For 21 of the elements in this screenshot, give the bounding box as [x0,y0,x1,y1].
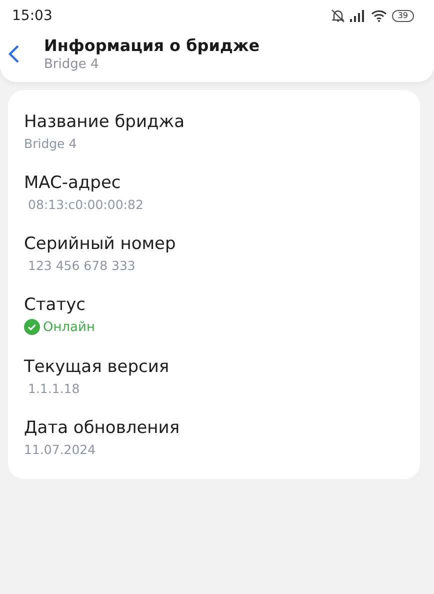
battery-level: 39 [392,10,414,22]
page-subtitle: Bridge 4 [44,57,100,72]
field-value: 11.07.2024 [24,442,97,457]
status-value: Онлайн [43,320,95,334]
field-value: 123 456 678 333 [27,258,136,273]
field-label: Текущая версия [24,357,170,377]
field-label: MAC-адрес [24,173,122,193]
page-title: Информация о бридже [44,36,260,55]
field-value: 08:13:c0:00:00:82 [27,197,144,212]
field-label: Серийный номер [24,234,177,254]
wifi-icon [370,10,387,22]
bell-off-icon [330,9,345,23]
status-time: 15:03 [12,8,52,24]
back-icon [8,44,20,64]
field-label: Статус [24,295,87,315]
field-value: Bridge 4 [24,136,78,151]
signal-icon [350,10,366,22]
field-label: Название бриджа [24,112,186,132]
field-value: 1.1.1.18 [27,381,81,396]
check-circle-icon [24,319,40,335]
field-label: Дата обновления [24,418,181,438]
